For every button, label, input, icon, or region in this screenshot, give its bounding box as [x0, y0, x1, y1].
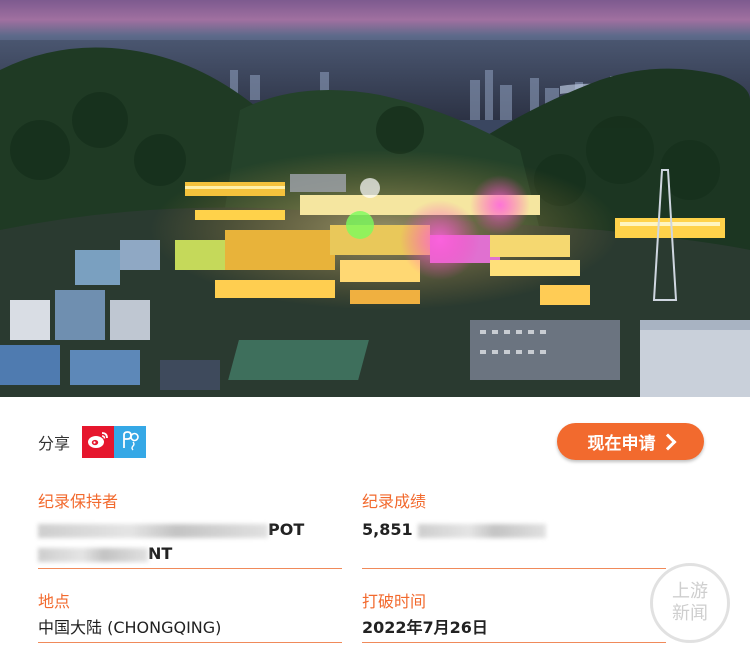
record-page: 分享 现在申请 纪录保持者 POT NT 纪录成绩 5,851 地点 中国大陆 …	[0, 0, 750, 662]
location-value: 中国大陆 (CHONGQING)	[38, 618, 222, 637]
break-time-value: 2022年7月26日	[362, 618, 488, 637]
record-result-number: 5,851	[362, 520, 413, 539]
location-label: 地点	[38, 592, 71, 611]
record-holder-label: 纪录保持者	[38, 492, 119, 511]
record-result-field: 纪录成绩 5,851	[362, 492, 666, 569]
apply-now-label: 现在申请	[587, 434, 656, 454]
redacted-text	[38, 523, 268, 538]
record-holder-value-line1: POT	[38, 518, 342, 542]
share-row: 分享	[38, 426, 147, 458]
moments-icon	[119, 429, 141, 455]
record-holder-line2-suffix: NT	[148, 544, 173, 563]
record-holder-value-line2: NT	[38, 542, 342, 566]
share-weibo-button[interactable]	[82, 426, 115, 458]
record-holder-field: 纪录保持者 POT NT	[38, 492, 342, 569]
location-field: 地点 中国大陆 (CHONGQING)	[38, 592, 342, 643]
weibo-icon	[87, 430, 109, 454]
watermark-line1: 上游	[672, 581, 708, 602]
chevron-right-icon	[659, 433, 676, 451]
apply-now-button[interactable]: 现在申请	[557, 423, 704, 460]
share-label: 分享	[38, 434, 71, 453]
hero-illustration	[0, 0, 750, 397]
redacted-text	[418, 523, 547, 538]
record-holder-line1-suffix: POT	[268, 520, 305, 539]
watermark-line2: 新闻	[672, 603, 708, 624]
hero-photo	[0, 0, 750, 397]
record-result-value: 5,851	[362, 518, 666, 542]
break-time-label: 打破时间	[362, 592, 427, 611]
share-moments-button[interactable]	[114, 426, 147, 458]
watermark-logo: 上游 新闻	[650, 563, 730, 643]
record-result-label: 纪录成绩	[362, 492, 427, 511]
break-time-field: 打破时间 2022年7月26日	[362, 592, 666, 643]
redacted-text	[38, 547, 148, 562]
